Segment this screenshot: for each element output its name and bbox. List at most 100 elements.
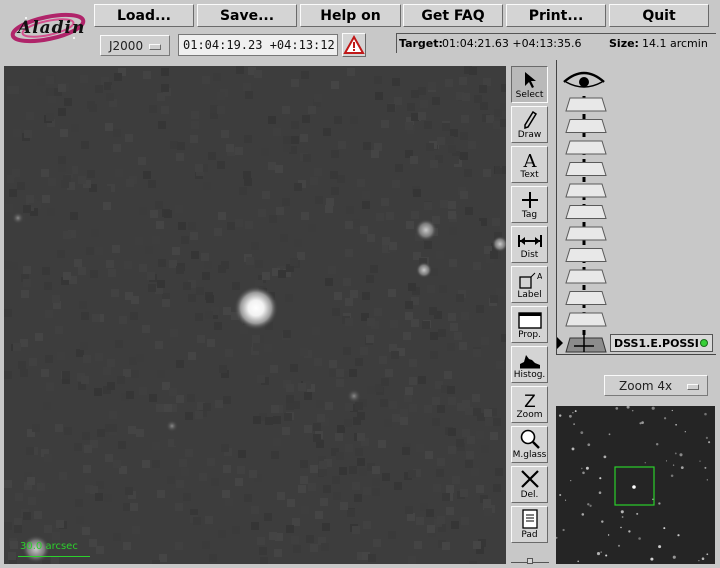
tool-dist-button[interactable]: Dist — [511, 226, 548, 263]
star — [573, 423, 575, 425]
histogram-icon — [519, 355, 540, 369]
tool-text-button[interactable]: A Text — [511, 146, 548, 183]
target-value: 01:04:21.63 +04:13:35.6 — [442, 37, 582, 50]
star — [559, 493, 562, 497]
tool-tag-button[interactable]: Tag — [511, 186, 548, 223]
size-label: Size: — [609, 37, 639, 50]
star — [568, 414, 572, 418]
star — [585, 466, 589, 470]
svg-text:AZ: AZ — [537, 272, 542, 281]
star — [652, 498, 654, 500]
star — [677, 534, 680, 537]
star — [347, 389, 361, 403]
star — [558, 414, 562, 417]
plane-slot — [565, 291, 607, 305]
star — [705, 436, 709, 440]
image-view[interactable] — [4, 66, 506, 564]
star — [632, 485, 636, 489]
eye-icon — [563, 71, 605, 88]
plane-slot — [565, 162, 607, 176]
star — [166, 420, 178, 432]
faq-button[interactable]: Get FAQ — [403, 4, 503, 27]
star — [620, 510, 624, 514]
magnifier-icon — [520, 429, 540, 449]
plane-stack — [556, 60, 716, 360]
status-dot-icon — [700, 339, 708, 347]
tool-mglass-button[interactable]: M.glass — [511, 426, 548, 463]
star — [658, 545, 662, 549]
position-field[interactable]: 01:04:19.23 +04:13:12.1 — [178, 34, 338, 56]
star — [708, 441, 711, 444]
star — [416, 262, 432, 278]
frame-select[interactable]: J2000 — [100, 35, 170, 56]
plane-slot — [565, 140, 607, 155]
zoom-select[interactable]: Zoom 4x — [604, 375, 708, 396]
star — [603, 455, 607, 459]
quit-button[interactable]: Quit — [609, 4, 709, 27]
sky-image — [4, 66, 506, 564]
star — [675, 424, 677, 426]
frame-select-value: J2000 — [109, 38, 144, 53]
star — [706, 553, 709, 556]
arrow-pointer-icon — [524, 72, 536, 88]
plane-slot — [565, 205, 607, 219]
plane-slot — [565, 312, 607, 327]
tool-histog-button[interactable]: Histog. — [511, 346, 548, 383]
star — [680, 466, 684, 469]
svg-text:A: A — [522, 151, 537, 169]
tool-draw-button[interactable]: Draw — [511, 106, 548, 143]
overview-panel[interactable] — [556, 406, 715, 564]
tool-del-button[interactable]: Del. — [511, 466, 548, 503]
tool-label: Dist — [520, 250, 539, 260]
tool-select-button[interactable]: Select — [511, 66, 548, 103]
star — [580, 431, 584, 435]
save-button[interactable]: Save... — [197, 4, 297, 27]
tool-zoom-button[interactable]: Z Zoom — [511, 386, 548, 423]
star — [704, 412, 707, 416]
tool-label: Pad — [521, 530, 538, 540]
print-button[interactable]: Print... — [506, 4, 606, 27]
svg-text:Z: Z — [524, 392, 536, 409]
tool-prop-button[interactable]: Prop. — [511, 306, 548, 343]
letter-z-icon: Z — [524, 392, 536, 409]
star — [617, 544, 621, 547]
star — [704, 466, 707, 469]
plane-slot — [565, 248, 607, 262]
tool-slider-handle[interactable] — [527, 558, 533, 564]
star — [587, 443, 591, 447]
load-button[interactable]: Load... — [94, 4, 194, 27]
star — [663, 417, 667, 420]
dropdown-icon — [149, 44, 161, 50]
star — [706, 479, 708, 481]
tool-label: Prop. — [518, 330, 541, 340]
star — [679, 453, 683, 457]
star — [415, 219, 437, 241]
info-bar: Target: 01:04:21.63 +04:13:35.6 Size: 14… — [396, 33, 716, 55]
star — [644, 461, 647, 464]
tool-pad-button[interactable]: Pad — [511, 506, 548, 543]
plane-label-dss1[interactable]: DSS1.E.POSSI — [610, 334, 713, 352]
plane-slot — [565, 226, 607, 241]
tool-label: Histog. — [513, 370, 546, 380]
star — [601, 520, 604, 523]
star — [572, 411, 574, 414]
distance-arrow-icon — [517, 235, 542, 247]
warning-icon — [343, 34, 365, 54]
star — [12, 212, 24, 224]
star — [562, 528, 565, 532]
stack-divider — [556, 354, 716, 355]
help-button[interactable]: Help on — [300, 4, 401, 27]
warning-button[interactable] — [342, 33, 366, 57]
star — [587, 503, 590, 506]
plane-slot — [565, 119, 607, 133]
star — [684, 431, 686, 433]
tool-label: Tag — [521, 210, 538, 220]
star — [651, 406, 655, 410]
star — [581, 513, 585, 516]
star — [620, 526, 622, 529]
star — [599, 477, 602, 480]
star — [638, 537, 641, 540]
tool-label-button[interactable]: AZ Label — [511, 266, 548, 303]
plane-slot — [565, 183, 607, 198]
star — [701, 557, 705, 560]
